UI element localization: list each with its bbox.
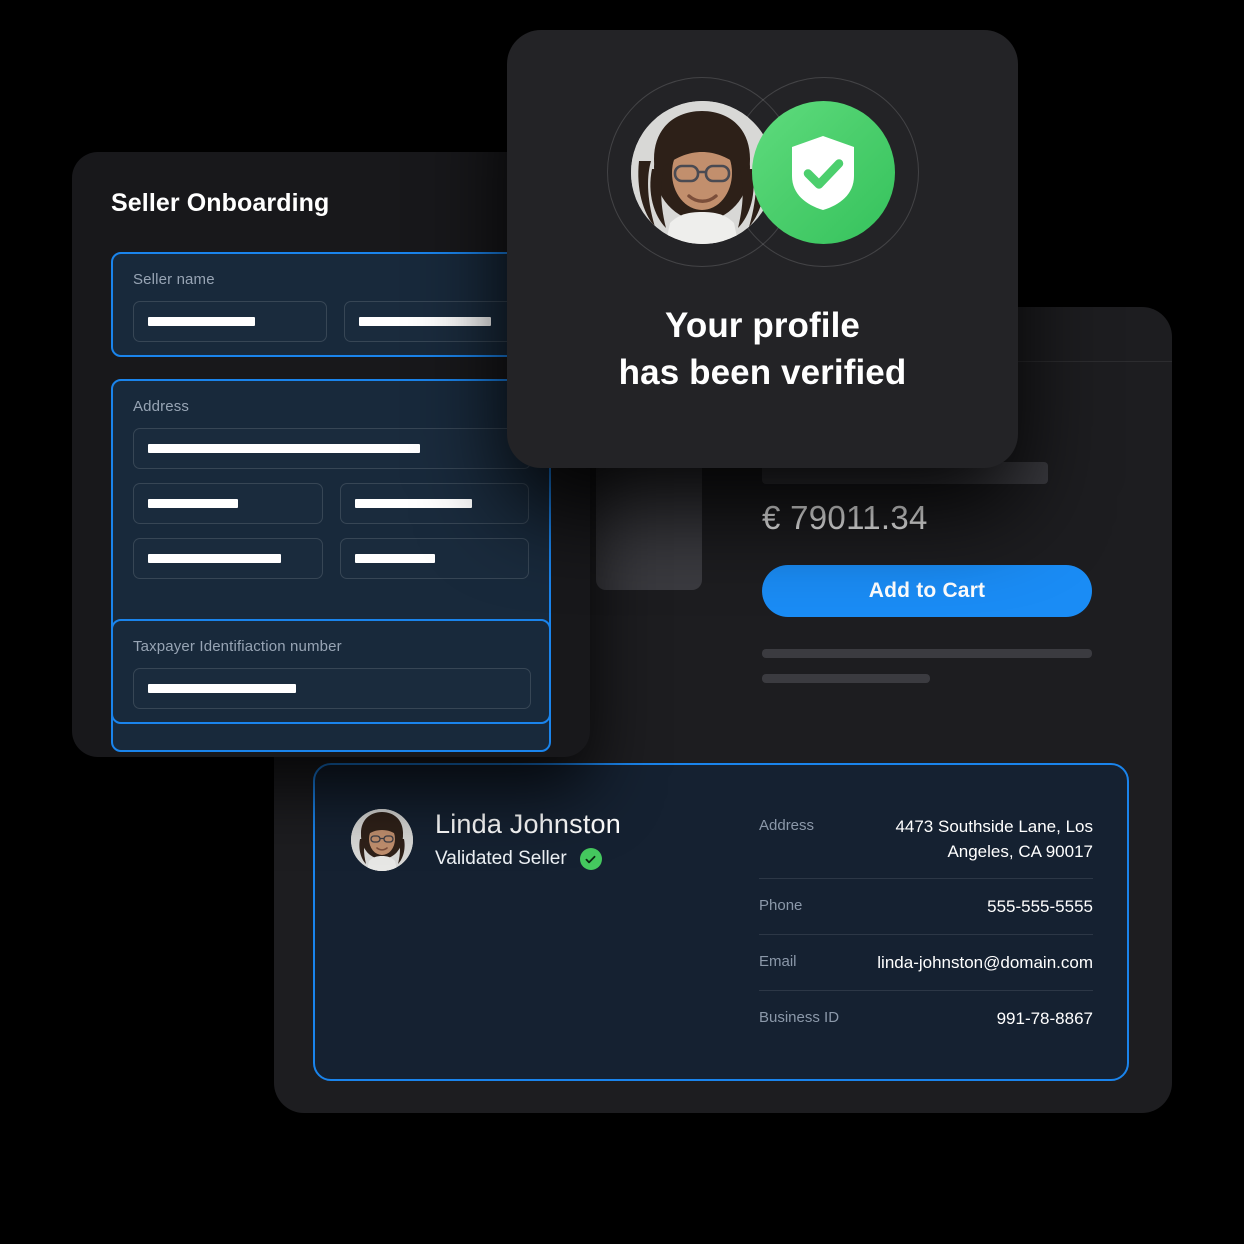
detail-label: Business ID: [759, 1008, 840, 1026]
detail-label: Address: [759, 817, 815, 834]
user-avatar-icon: [351, 809, 413, 871]
detail-value: 4473 Southside Lane, Los Angeles, CA 900…: [895, 817, 1093, 861]
detail-value: 555-555-5555: [987, 897, 1093, 917]
page-title: Seller Onboarding: [111, 189, 330, 217]
detail-row-email: Email linda-johnston@domain.com: [759, 933, 1093, 990]
profile-verified-modal: Your profile has been verified: [507, 30, 1018, 468]
taxpayer-id-input[interactable]: [133, 668, 531, 709]
product-description-skeleton-2: [762, 674, 930, 683]
address-city-input[interactable]: [133, 483, 323, 524]
input-value-bar: [354, 554, 435, 563]
verified-headline-line-1: Your profile: [665, 306, 860, 345]
input-value-bar: [148, 554, 281, 563]
field-label-address: Address: [133, 398, 190, 415]
seller-status-label: Validated Seller: [435, 848, 567, 870]
seller-name: Linda Johnston: [435, 808, 621, 839]
verified-headline: Your profile has been verified: [507, 302, 1018, 397]
detail-row-business-id: Business ID 991-78-8867: [759, 989, 1093, 1046]
seller-first-name-input[interactable]: [133, 301, 327, 342]
detail-row-address: Address 4473 Southside Lane, Los Angeles…: [759, 799, 1093, 878]
screenshot-stage: € 79011.34 Add to Cart Linda Johnston Va…: [0, 0, 1244, 1244]
input-value-bar: [359, 317, 491, 326]
input-value-bar: [148, 499, 238, 508]
seller-status-row: Validated Seller: [435, 848, 621, 871]
input-value-bar: [354, 499, 472, 508]
shield-check-icon: [751, 101, 895, 244]
field-group-taxpayer-id: Taxpayer Identifiaction number: [111, 619, 551, 724]
add-to-cart-button[interactable]: Add to Cart: [762, 565, 1092, 617]
input-value-bar: [148, 684, 296, 693]
address-street-input[interactable]: [133, 428, 531, 469]
input-value-bar: [148, 317, 255, 326]
verification-illustration: [606, 77, 919, 267]
field-label-taxpayer-id: Taxpayer Identifiaction number: [133, 638, 342, 655]
detail-value: 991-78-8867: [996, 1008, 1093, 1028]
input-value-bar: [148, 444, 420, 453]
detail-label: Phone: [759, 897, 803, 915]
seller-detail-card: Linda Johnston Validated Seller Address …: [313, 763, 1129, 1081]
seller-details-list: Address 4473 Southside Lane, Los Angeles…: [759, 799, 1093, 1045]
product-price: € 79011.34: [762, 499, 928, 536]
address-country-input[interactable]: [339, 538, 529, 579]
verified-headline-line-2: has been verified: [618, 353, 907, 393]
product-description-skeleton-1: [762, 649, 1092, 658]
detail-label: Email: [759, 952, 797, 970]
check-circle-icon: [579, 848, 602, 871]
address-zip-input[interactable]: [133, 538, 323, 579]
detail-value: linda-johnston@domain.com: [877, 952, 1093, 972]
address-state-input[interactable]: [339, 483, 529, 524]
seller-avatar: [351, 809, 413, 871]
seller-identity: Linda Johnston Validated Seller: [351, 809, 621, 871]
detail-row-phone: Phone 555-555-5555: [759, 878, 1093, 934]
